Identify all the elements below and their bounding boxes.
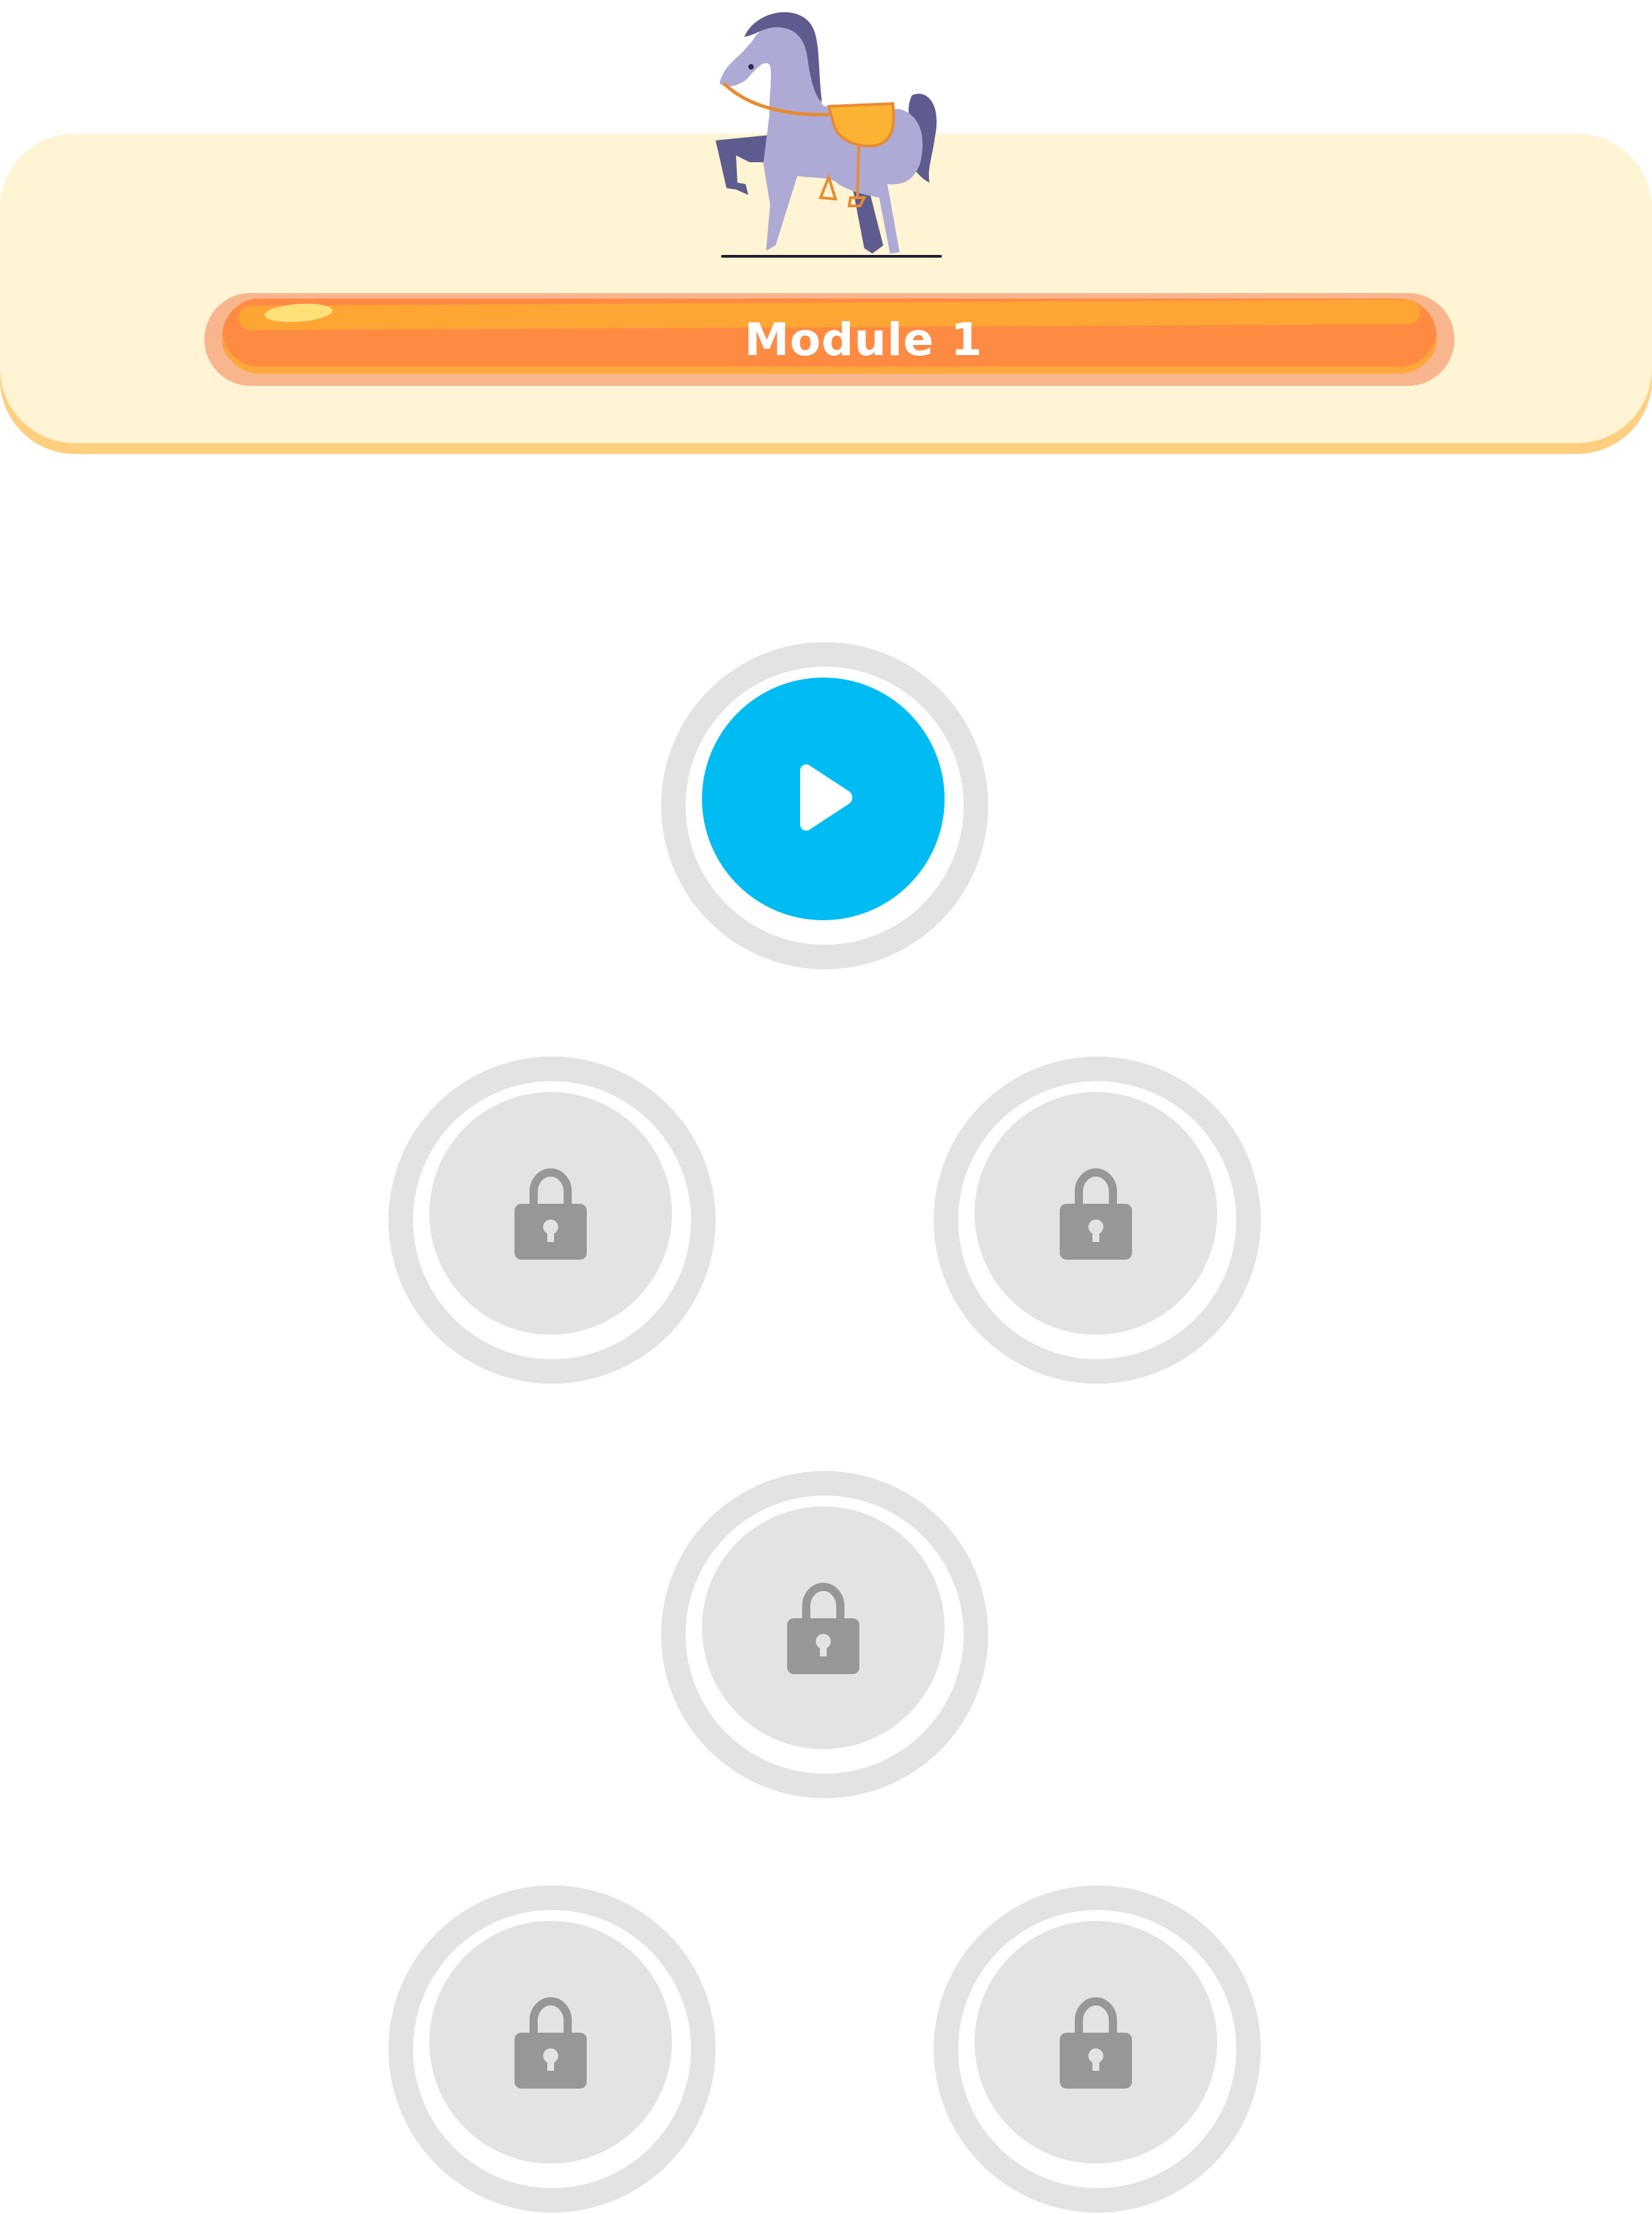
lesson-node-2-locked[interactable] [388,1057,716,1384]
locked-lesson-core [702,1506,945,1749]
lesson-node-6-locked[interactable] [934,1885,1261,2213]
locked-lesson-core [429,1921,672,2164]
lesson-node-4-locked[interactable] [661,1471,988,1798]
module-title-banner[interactable]: Module 1 [204,293,1454,386]
lesson-node-3-locked[interactable] [934,1057,1261,1384]
lock-icon [1060,1168,1132,1260]
lock-icon [515,1168,587,1260]
locked-lesson-core [975,1092,1217,1335]
locked-lesson-core [975,1921,1217,2164]
locked-lesson-core [429,1092,672,1335]
play-icon [800,764,853,831]
play-button[interactable] [702,678,945,920]
lesson-node-5-locked[interactable] [388,1885,716,2213]
lesson-node-1-start[interactable] [661,642,988,969]
horse-icon [716,12,942,258]
lock-icon [515,1997,587,2089]
module-title: Module 1 [744,313,983,366]
lock-icon [787,1582,859,1674]
lock-icon [1060,1997,1132,2089]
